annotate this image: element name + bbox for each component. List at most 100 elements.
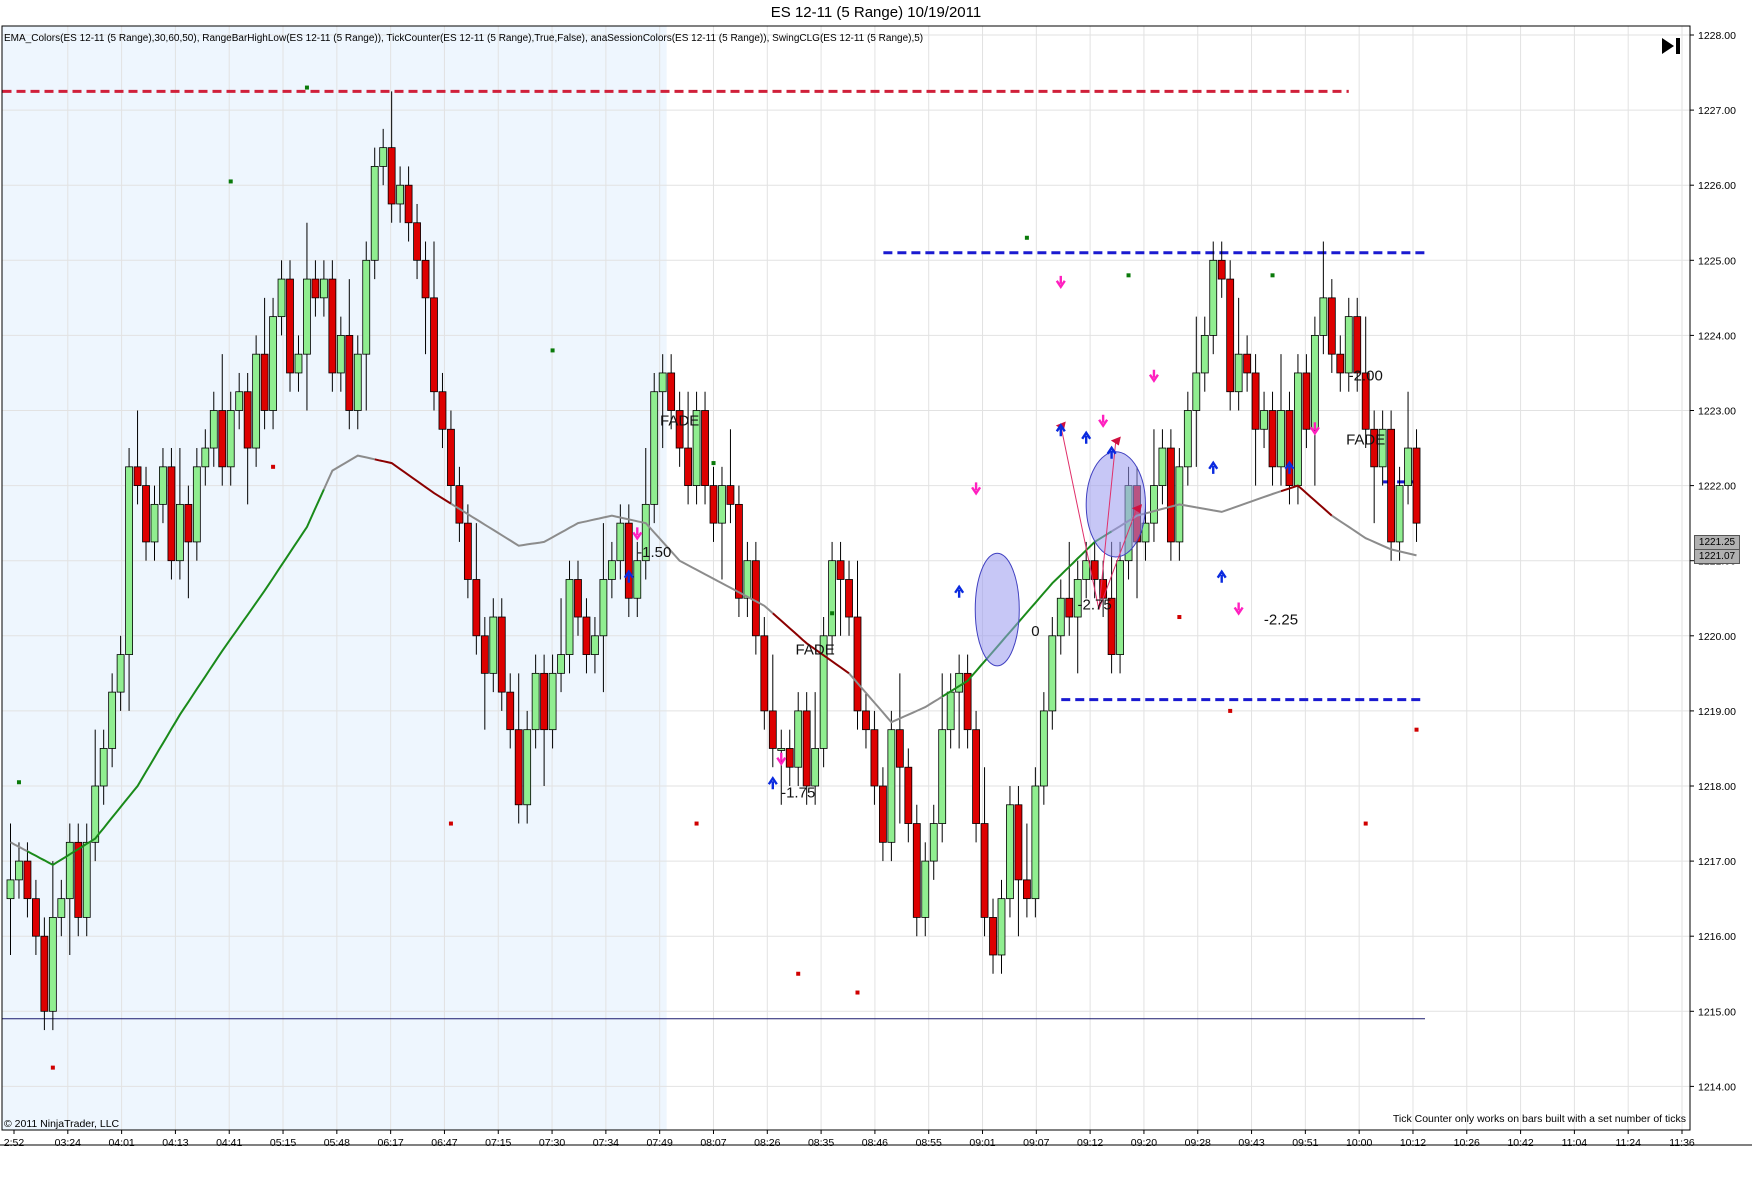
candle-up bbox=[1395, 485, 1404, 543]
swing-low-dot bbox=[796, 971, 801, 976]
candle-down bbox=[345, 334, 354, 411]
last-price-tag: 1221.25 bbox=[1694, 535, 1740, 550]
x-tick-label: 04:13 bbox=[162, 1137, 188, 1149]
candle-down bbox=[853, 616, 862, 712]
candle-up bbox=[1319, 297, 1328, 336]
candle-down bbox=[447, 428, 455, 486]
candle-down bbox=[1353, 316, 1362, 374]
candle-up bbox=[235, 391, 244, 411]
candle-down bbox=[574, 579, 582, 618]
x-tick-label: 10:26 bbox=[1454, 1137, 1480, 1149]
candle-up bbox=[1150, 485, 1158, 524]
candle-up bbox=[150, 503, 159, 543]
swing-high-dot bbox=[1024, 235, 1029, 240]
y-tick-label: 1228.00 bbox=[1698, 30, 1736, 42]
chart-annotation: -1.75 bbox=[781, 784, 815, 801]
candle-down bbox=[904, 766, 913, 824]
chart-annotation: -2.75 bbox=[1078, 597, 1112, 614]
y-tick-label: 1223.00 bbox=[1698, 406, 1736, 418]
candle-down bbox=[260, 353, 269, 411]
candle-up bbox=[1082, 560, 1091, 580]
candle-down bbox=[1014, 804, 1023, 881]
candle-down bbox=[980, 823, 989, 918]
swing-low-dot bbox=[271, 464, 276, 469]
candle-up bbox=[607, 560, 616, 580]
x-tick-label: 09:51 bbox=[1292, 1137, 1318, 1149]
candle-down bbox=[497, 616, 506, 693]
candle-down bbox=[438, 391, 447, 430]
sell-arrow-icon bbox=[1055, 275, 1066, 289]
candle-up bbox=[379, 147, 388, 167]
swing-high-dot bbox=[550, 348, 555, 353]
candle-down bbox=[74, 841, 83, 918]
candle-down bbox=[768, 710, 777, 749]
candle-down bbox=[243, 391, 252, 449]
candle-down bbox=[862, 710, 870, 731]
candle-up bbox=[599, 579, 608, 637]
candle-down bbox=[751, 560, 760, 637]
candle-up bbox=[1310, 334, 1319, 430]
candle-up bbox=[159, 466, 167, 505]
candle-up bbox=[811, 748, 820, 787]
candle-up bbox=[1192, 372, 1201, 411]
candle-down bbox=[1251, 372, 1260, 430]
x-tick-label: 06:17 bbox=[378, 1137, 404, 1149]
chart-annotation: -1.50 bbox=[637, 544, 671, 561]
candle-up bbox=[1404, 447, 1412, 486]
candle-down bbox=[1302, 372, 1311, 430]
candle-down bbox=[387, 147, 396, 205]
candle-up bbox=[91, 785, 100, 843]
candle-up bbox=[252, 353, 261, 449]
candle-up bbox=[794, 710, 803, 768]
ema-price-tag: 1221.07 bbox=[1694, 549, 1740, 564]
candle-up bbox=[99, 748, 108, 787]
swing-high-dot bbox=[228, 179, 233, 184]
sell-arrow-icon bbox=[1098, 414, 1109, 428]
y-tick-label: 1222.00 bbox=[1698, 481, 1736, 493]
candle-down bbox=[421, 259, 430, 299]
sell-arrow-icon bbox=[1233, 602, 1244, 616]
candle-down bbox=[328, 278, 337, 374]
candle-down bbox=[311, 278, 320, 299]
swing-high-dot bbox=[830, 611, 835, 616]
candle-up bbox=[777, 748, 786, 751]
candle-up bbox=[531, 672, 540, 731]
swing-high-dot bbox=[1270, 273, 1275, 278]
candle-up bbox=[1209, 259, 1218, 336]
candle-down bbox=[624, 522, 633, 599]
candle-up bbox=[125, 466, 133, 655]
candle-up bbox=[887, 729, 896, 843]
highlight-ellipse bbox=[974, 552, 1020, 667]
price-chart[interactable]: 1214.00 1215.00 1216.00 1217.00 1218.00 1219.… bbox=[0, 0, 1752, 1177]
candle-down bbox=[142, 485, 150, 543]
x-tick-label: 04:41 bbox=[216, 1137, 242, 1149]
candle-down bbox=[167, 466, 176, 562]
candle-down bbox=[472, 579, 481, 637]
candle-down bbox=[463, 522, 472, 580]
chart-annotation: FADE bbox=[796, 642, 835, 659]
candle-up bbox=[1116, 560, 1124, 655]
candle-up bbox=[828, 560, 836, 637]
candle-down bbox=[726, 485, 735, 505]
candle-up bbox=[743, 560, 752, 599]
candle-up bbox=[269, 316, 277, 411]
x-tick-label: 09:12 bbox=[1077, 1137, 1103, 1149]
x-tick-label: 05:15 bbox=[270, 1137, 296, 1149]
candle-down bbox=[912, 823, 921, 918]
y-tick-label: 1219.00 bbox=[1698, 706, 1736, 718]
candle-up bbox=[548, 672, 557, 731]
y-tick-label: 1227.00 bbox=[1698, 105, 1736, 117]
candle-up bbox=[955, 672, 964, 693]
candle-down bbox=[870, 729, 879, 787]
x-tick-label: 10:42 bbox=[1507, 1137, 1533, 1149]
play-forward-icon[interactable] bbox=[1660, 36, 1682, 56]
candle-down bbox=[701, 410, 709, 486]
candle-down bbox=[845, 579, 853, 618]
y-tick-label: 1226.00 bbox=[1698, 180, 1736, 192]
candle-up bbox=[57, 898, 66, 918]
buy-arrow-icon bbox=[954, 584, 965, 598]
candle-up bbox=[565, 579, 574, 655]
swing-high-dot bbox=[711, 461, 716, 466]
buy-arrow-icon bbox=[767, 776, 778, 790]
sell-arrow-icon bbox=[776, 752, 787, 766]
